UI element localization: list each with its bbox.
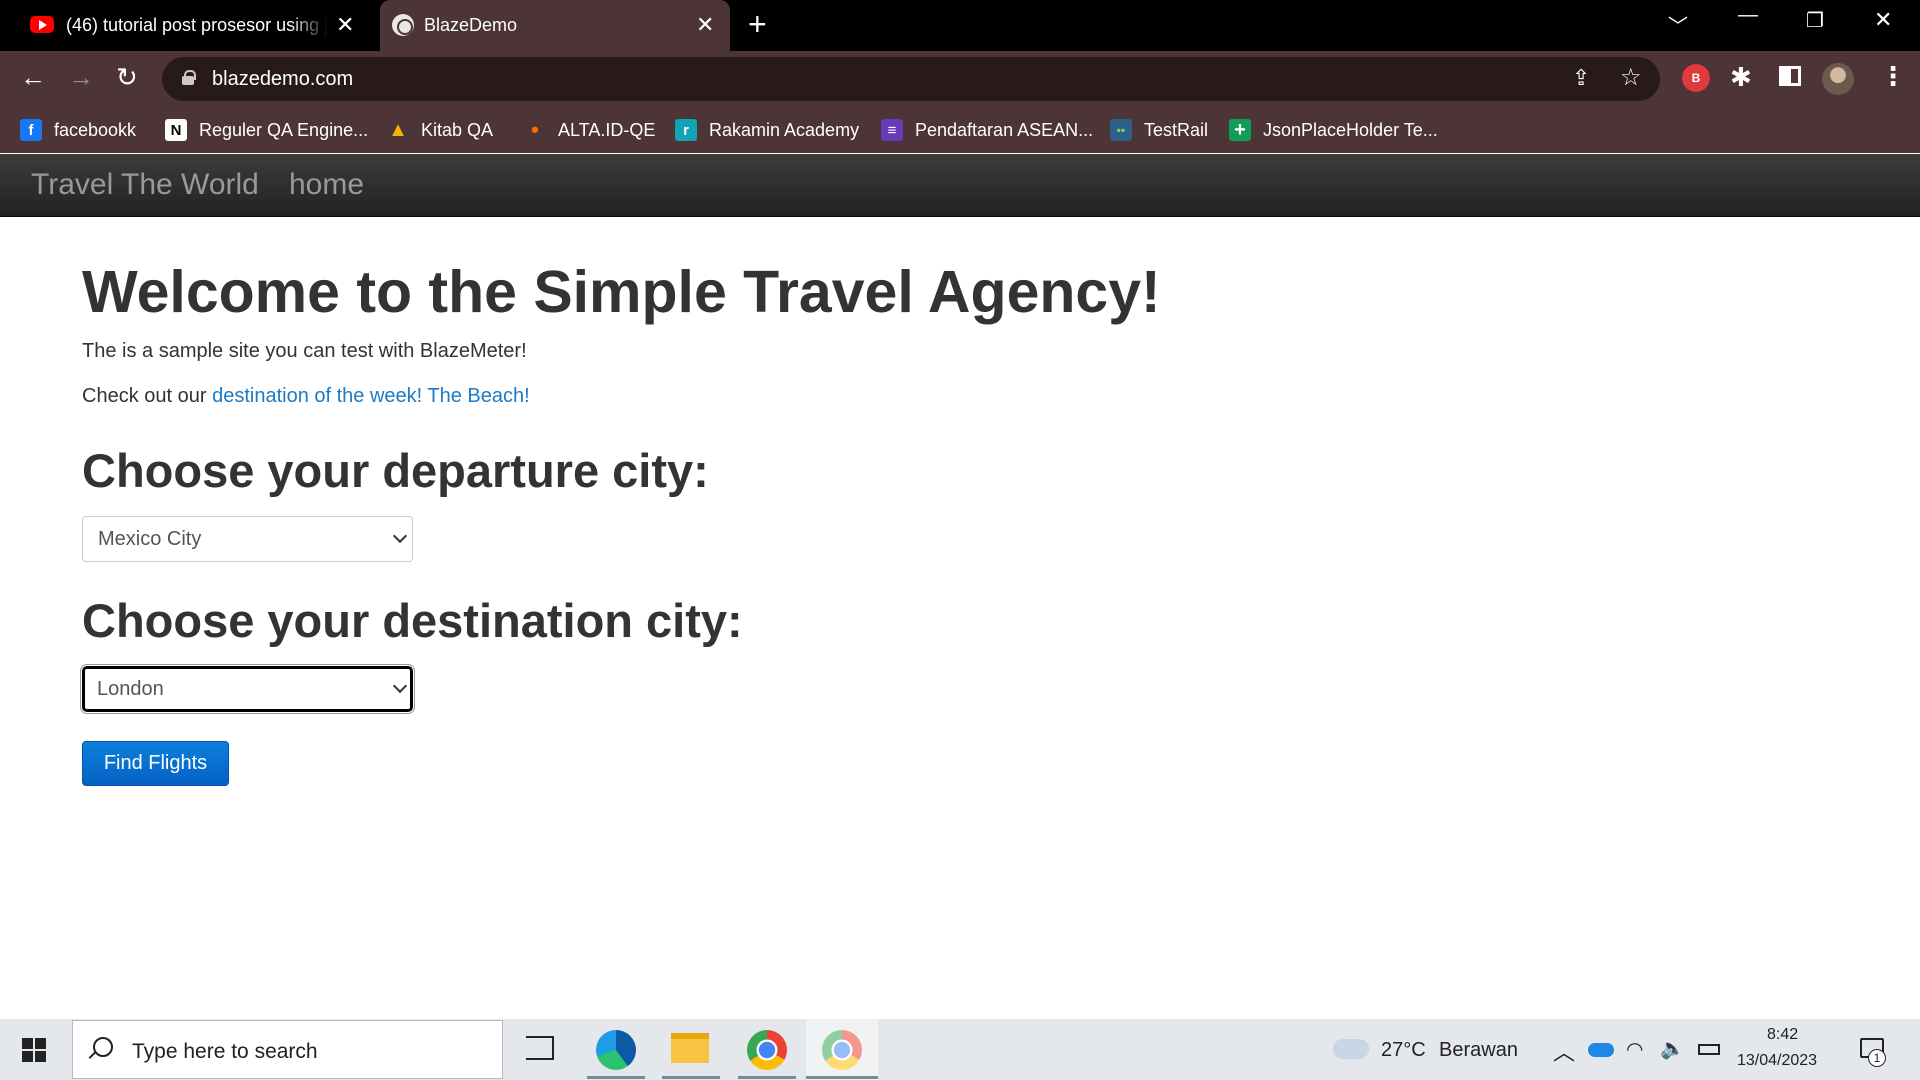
browser-tab-strip: (46) tutorial post prosesor using jmeter…: [0, 0, 1920, 51]
bookmark-label: Pendaftaran ASEAN...: [915, 119, 1094, 140]
app-indicator: [662, 1076, 720, 1079]
bookmark-pendaftaran[interactable]: ≡ Pendaftaran ASEAN...: [881, 115, 1093, 145]
rakamin-icon: r: [675, 119, 697, 141]
tab-search-icon[interactable]: ﹀: [1668, 10, 1688, 39]
google-drive-icon: ▲: [388, 118, 408, 141]
windows-start-icon[interactable]: [22, 1038, 46, 1062]
bookmark-label: TestRail: [1144, 119, 1209, 140]
url-text[interactable]: blazedemo.com: [212, 68, 353, 91]
bookmark-label: facebookk: [54, 119, 137, 140]
cloud-weather-icon[interactable]: [1333, 1039, 1369, 1059]
google-forms-icon: ≡: [881, 119, 903, 141]
menu-kebab-icon[interactable]: ⋮: [1880, 61, 1906, 92]
destination-of-week-link[interactable]: destination of the week! The Beach!: [212, 385, 530, 407]
bookmark-reguler-qa[interactable]: N Reguler QA Engine...: [165, 115, 368, 145]
notification-badge: 1: [1868, 1049, 1886, 1067]
chevron-up-icon[interactable]: ︿: [1553, 1035, 1575, 1067]
close-window-icon[interactable]: ✕: [1874, 7, 1892, 33]
volume-icon[interactable]: 🔈: [1660, 1036, 1685, 1061]
taskbar-search-box[interactable]: Type here to search: [72, 1020, 503, 1079]
bookmark-facebookk[interactable]: f facebookk: [20, 115, 136, 145]
chevron-down-icon: [392, 528, 408, 544]
bookmark-kitab-qa[interactable]: ▲ Kitab QA: [387, 115, 493, 145]
profile-avatar[interactable]: [1822, 63, 1854, 95]
app-indicator: [806, 1076, 878, 1079]
bookmark-label: JsonPlaceHolder Te...: [1263, 119, 1438, 140]
browser-toolbar: ← → ↻ blazedemo.com ⇪ ☆ B ✱ ⋮: [0, 51, 1920, 107]
extension-blazemeter-icon[interactable]: B: [1682, 64, 1710, 92]
bookmark-label: ALTA.ID-QE: [558, 119, 656, 140]
app-indicator: [738, 1076, 796, 1079]
testrail-icon: ▪▪: [1110, 119, 1132, 141]
tab-blazedemo[interactable]: BlazeDemo ✕: [380, 0, 730, 51]
chrome-icon[interactable]: [747, 1030, 787, 1070]
battery-icon[interactable]: [1698, 1044, 1720, 1055]
globe-icon: [392, 14, 414, 36]
promo-prefix: Check out our: [82, 385, 213, 407]
find-flights-button[interactable]: Find Flights: [82, 741, 229, 786]
bookmark-label: Reguler QA Engine...: [199, 119, 369, 140]
new-tab-icon[interactable]: +: [748, 6, 767, 43]
windows-taskbar: Type here to search 27°C Berawan ︿ ◠ 🔈 8…: [0, 1019, 1920, 1080]
bookmark-star-icon[interactable]: ☆: [1620, 63, 1642, 92]
back-icon[interactable]: ←: [20, 62, 46, 93]
restore-icon[interactable]: ❐: [1806, 8, 1824, 33]
close-icon[interactable]: ✕: [336, 12, 354, 38]
facebook-icon: f: [20, 119, 42, 141]
weather-temp[interactable]: 27°C: [1381, 1039, 1426, 1062]
wifi-icon[interactable]: ◠: [1626, 1037, 1643, 1062]
youtube-icon: [30, 16, 54, 33]
clock-time[interactable]: 8:42: [1767, 1026, 1798, 1044]
destination-select[interactable]: London: [82, 666, 413, 712]
app-indicator: [587, 1076, 645, 1079]
bookmarks-bar: f facebookk N Reguler QA Engine... ▲ Kit…: [0, 107, 1920, 153]
brand-link[interactable]: Travel The World: [31, 168, 259, 202]
address-bar[interactable]: blazedemo.com ⇪ ☆: [162, 57, 1660, 101]
share-icon[interactable]: ⇪: [1572, 65, 1590, 91]
site-navbar: Travel The World home: [0, 154, 1920, 217]
search-placeholder: Type here to search: [132, 1040, 318, 1063]
minimize-icon[interactable]: —: [1738, 4, 1758, 27]
lock-icon[interactable]: [182, 70, 196, 85]
alta-icon: •: [531, 117, 539, 142]
destination-value: London: [97, 678, 164, 700]
promo-text: Check out our destination of the week! T…: [82, 385, 530, 408]
departure-select[interactable]: Mexico City: [82, 516, 413, 562]
side-panel-icon[interactable]: [1779, 66, 1801, 86]
bookmark-label: Kitab QA: [421, 119, 494, 140]
chevron-down-icon: [392, 678, 408, 694]
onedrive-icon[interactable]: [1588, 1043, 1614, 1057]
tab-youtube[interactable]: (46) tutorial post prosesor using jmeter…: [0, 0, 370, 51]
extensions-puzzle-icon[interactable]: ✱: [1730, 62, 1752, 93]
bookmark-jsonplaceholder[interactable]: + JsonPlaceHolder Te...: [1229, 115, 1438, 145]
tab-title: BlazeDemo: [424, 15, 518, 35]
notion-icon: N: [165, 119, 187, 141]
bookmark-label: Rakamin Academy: [709, 119, 860, 140]
google-sheets-icon: +: [1229, 119, 1251, 141]
departure-heading: Choose your departure city:: [82, 444, 709, 497]
bookmark-testrail[interactable]: ▪▪ TestRail: [1110, 115, 1208, 145]
tab-title: (46) tutorial post prosesor using jmeter: [66, 15, 328, 35]
forward-icon[interactable]: →: [68, 62, 94, 93]
clock-date[interactable]: 13/04/2023: [1737, 1052, 1817, 1070]
file-explorer-icon[interactable]: [671, 1033, 709, 1063]
home-link[interactable]: home: [289, 168, 364, 202]
destination-heading: Choose your destination city:: [82, 594, 743, 647]
page-title: Welcome to the Simple Travel Agency!: [82, 259, 1161, 325]
departure-value: Mexico City: [98, 528, 202, 550]
task-view-icon[interactable]: [526, 1036, 554, 1060]
reload-icon[interactable]: ↻: [116, 62, 138, 93]
close-icon[interactable]: ✕: [696, 12, 714, 38]
bookmark-rakamin[interactable]: r Rakamin Academy: [675, 115, 859, 145]
edge-browser-icon[interactable]: [596, 1030, 636, 1070]
search-icon: [93, 1037, 113, 1057]
active-app-highlight: [806, 1019, 878, 1080]
bookmark-alta[interactable]: • ALTA.ID-QE: [524, 115, 655, 145]
intro-text: The is a sample site you can test with B…: [82, 340, 527, 362]
weather-text[interactable]: Berawan: [1439, 1039, 1518, 1062]
